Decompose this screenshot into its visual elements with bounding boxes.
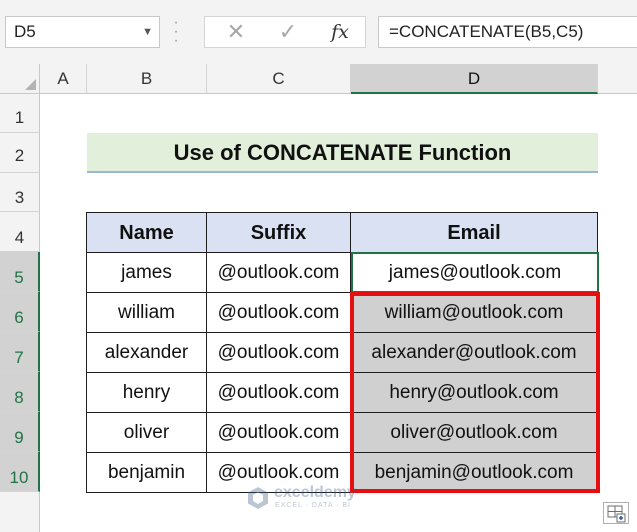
select-all-corner[interactable] [0,64,40,94]
formula-buttons: ✕ ✓ fx [204,16,366,48]
cancel-icon[interactable]: ✕ [219,17,253,47]
name-box[interactable]: D5 ▼ [5,16,160,48]
formula-input[interactable]: =CONCATENATE(B5,C5) [378,16,637,48]
column-header-e[interactable] [598,64,637,94]
header-suffix[interactable]: Suffix [207,212,351,253]
header-email[interactable]: Email [351,212,598,253]
header-name[interactable]: Name [86,212,207,253]
table-cell-suffix[interactable]: @outlook.com [207,373,351,413]
watermark: exceldemy EXCEL · DATA · BI [246,484,396,514]
table-cell-name[interactable]: benjamin [86,453,207,493]
row-header-7[interactable]: 7 [0,332,40,372]
column-header-d[interactable]: D [351,64,598,94]
row-header-11[interactable] [0,492,40,532]
active-cell-email[interactable]: james@outlook.com [351,252,599,293]
formula-bar-grip-icon[interactable]: · · · [170,15,182,49]
table-cell-suffix[interactable]: @outlook.com [207,253,351,293]
table-cell-name[interactable]: oliver [86,413,207,453]
row-header-5[interactable]: 5 [0,252,40,292]
table-cell-suffix[interactable]: @outlook.com [207,333,351,373]
row-header-1[interactable]: 1 [0,94,40,133]
insert-function-icon[interactable]: fx [323,17,357,47]
column-header-a[interactable]: A [40,64,87,94]
row-header-2[interactable]: 2 [0,133,40,173]
quick-analysis-icon[interactable] [603,502,629,524]
highlight-box [350,292,600,493]
row-header-4[interactable]: 4 [0,212,40,252]
row-header-10[interactable]: 10 [0,452,40,492]
row-header-8[interactable]: 8 [0,372,40,412]
watermark-name: exceldemy [274,484,356,501]
column-header-c[interactable]: C [207,64,351,94]
exceldemy-logo-icon [248,487,268,509]
table-cell-name[interactable]: william [86,293,207,333]
enter-icon[interactable]: ✓ [271,17,305,47]
chevron-down-icon[interactable]: ▼ [142,17,153,47]
table-cell-name[interactable]: james [86,253,207,293]
name-box-value: D5 [14,22,36,41]
table-cell-suffix[interactable]: @outlook.com [207,413,351,453]
row-header-9[interactable]: 9 [0,412,40,452]
column-header-b[interactable]: B [87,64,207,94]
table-cell-suffix[interactable]: @outlook.com [207,293,351,333]
row-header-6[interactable]: 6 [0,292,40,332]
table-cell-name[interactable]: alexander [86,333,207,373]
watermark-tagline: EXCEL · DATA · BI [275,502,351,509]
table-cell-name[interactable]: henry [86,373,207,413]
row-header-3[interactable]: 3 [0,173,40,212]
sheet-title[interactable]: Use of CONCATENATE Function [87,133,598,173]
